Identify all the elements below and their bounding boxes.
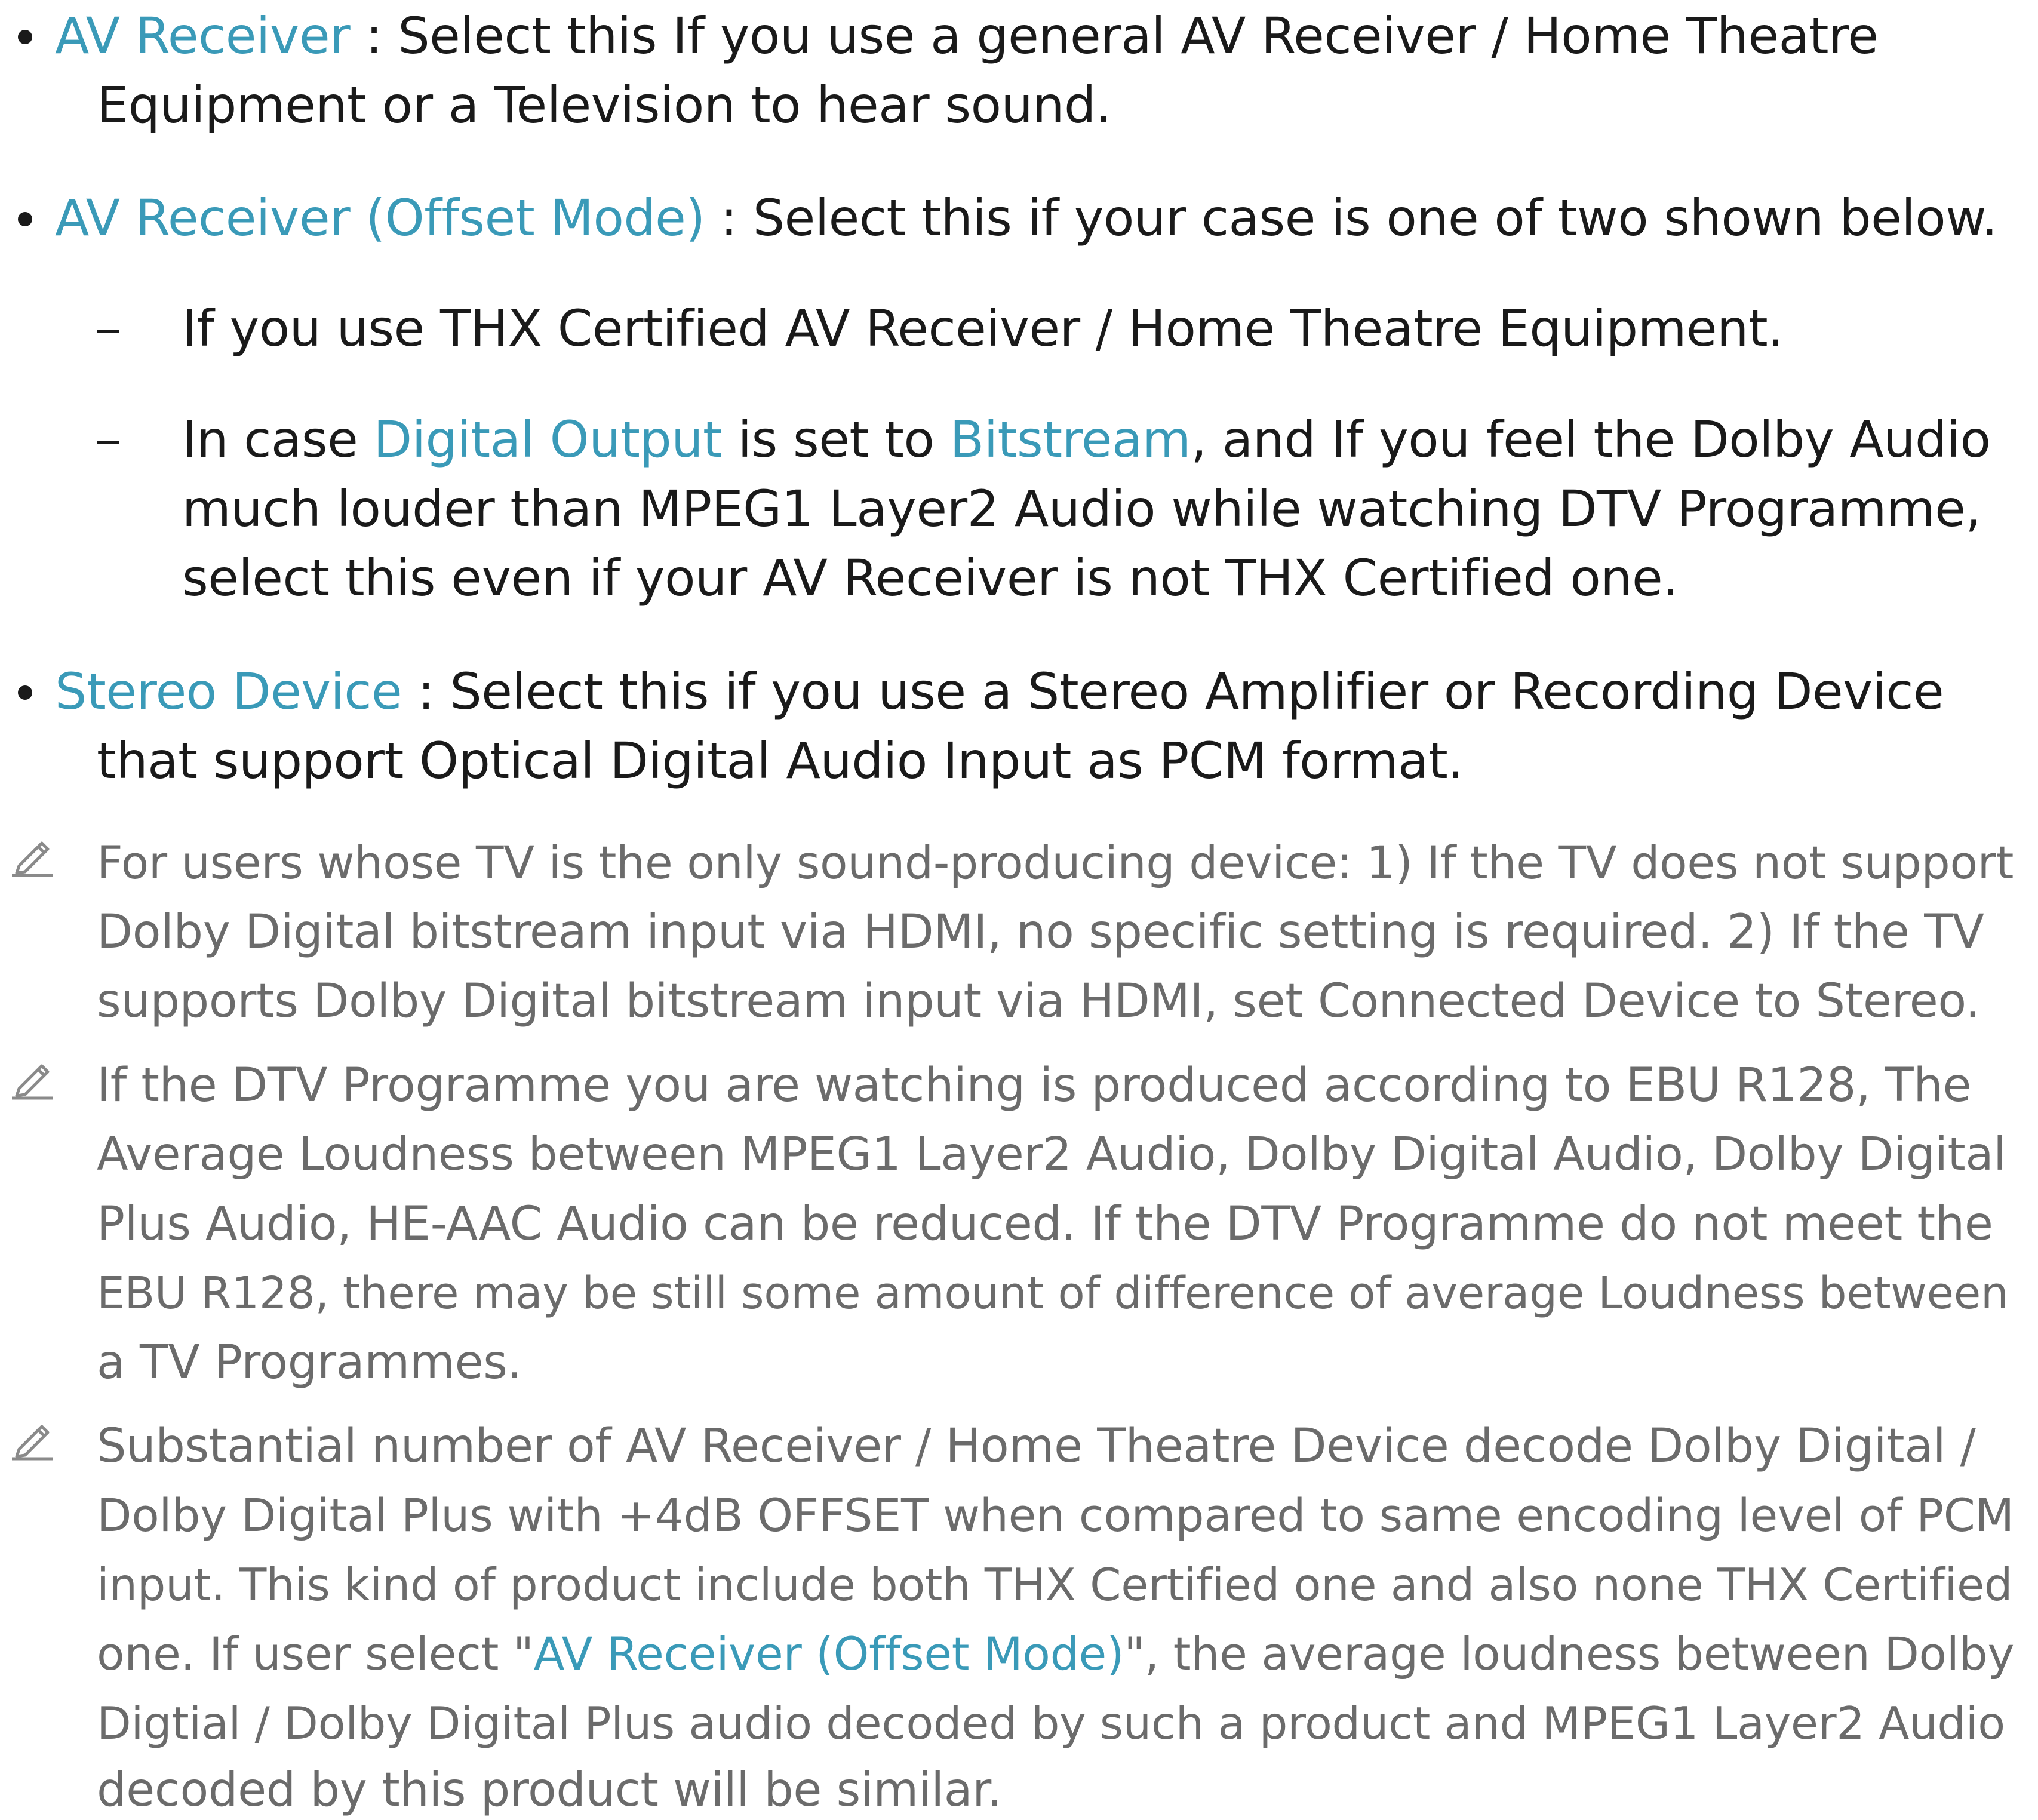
pencil-icon bbox=[12, 1425, 53, 1461]
text-fragment: , and If you feel the Dolby Audio bbox=[1191, 410, 1991, 469]
term-stereo-device: Stereo Device bbox=[55, 662, 402, 721]
manual-page: AV Receiver : Select this If you use a g… bbox=[0, 0, 2038, 1817]
bullet-dot bbox=[18, 212, 32, 226]
pencil-icon bbox=[12, 841, 53, 877]
note-line: Dolby Digital bitstream input via HDMI, … bbox=[97, 905, 1984, 959]
separator: : bbox=[350, 7, 398, 65]
note-line: Plus Audio, HE-AAC Audio can be reduced.… bbox=[97, 1197, 1993, 1251]
sub-item-line: In case Digital Output is set to Bitstre… bbox=[182, 410, 1991, 469]
text-fragment: ", the average loudness between Dolby bbox=[1124, 1627, 2015, 1680]
note-line: Dolby Digital Plus with +4dB OFFSET when… bbox=[97, 1489, 2014, 1542]
sub-item-line: select this even if your AV Receiver is … bbox=[182, 549, 1679, 607]
note-line: one. If user select "AV Receiver (Offset… bbox=[97, 1624, 2014, 1684]
note-line: a TV Programmes. bbox=[97, 1336, 522, 1389]
term-av-receiver: AV Receiver bbox=[55, 7, 351, 65]
text-fragment: is set to bbox=[722, 410, 950, 469]
separator: : bbox=[705, 189, 753, 247]
term-digital-output: Digital Output bbox=[373, 410, 723, 469]
description: Select this if your case is one of two s… bbox=[752, 189, 1997, 247]
note-line: Substantial number of AV Receiver / Home… bbox=[97, 1419, 1976, 1473]
bullet-line: AV Receiver : Select this If you use a g… bbox=[55, 6, 1879, 66]
bullet-line: AV Receiver (Offset Mode) : Select this … bbox=[55, 188, 1997, 248]
text-fragment: In case bbox=[182, 410, 374, 469]
bullet-line-continued: that support Optical Digital Audio Input… bbox=[97, 731, 1464, 790]
term-av-receiver-offset-mode: AV Receiver (Offset Mode) bbox=[533, 1627, 1124, 1680]
note-line: For users whose TV is the only sound-pro… bbox=[97, 836, 2014, 889]
text-fragment: one. If user select " bbox=[97, 1627, 534, 1680]
note-line: Digtial / Dolby Digital Plus audio decod… bbox=[97, 1697, 2005, 1750]
term-bitstream: Bitstream bbox=[949, 410, 1191, 469]
bullet-dot bbox=[18, 685, 32, 700]
note-line: input. This kind of product include both… bbox=[97, 1558, 2013, 1611]
note-line: decoded by this product will be similar. bbox=[97, 1763, 1002, 1817]
bullet-line: Stereo Device : Select this if you use a… bbox=[55, 662, 1944, 721]
description: Select this if you use a Stereo Amplifie… bbox=[450, 662, 1944, 721]
note-line: If the DTV Programme you are watching is… bbox=[97, 1059, 1972, 1112]
separator: : bbox=[402, 662, 450, 721]
note-line: supports Dolby Digital bitstream input v… bbox=[97, 974, 1980, 1028]
note-line: Average Loudness between MPEG1 Layer2 Au… bbox=[97, 1128, 2006, 1181]
pencil-icon bbox=[12, 1064, 53, 1100]
description: Select this If you use a general AV Rece… bbox=[398, 7, 1879, 65]
note-line: EBU R128, there may be still some amount… bbox=[97, 1268, 2009, 1319]
sub-item-line: much louder than MPEG1 Layer2 Audio whil… bbox=[182, 479, 1981, 538]
dash bbox=[97, 441, 119, 444]
sub-item-text: If you use THX Certified AV Receiver / H… bbox=[182, 299, 1784, 358]
bullet-dot bbox=[18, 30, 32, 44]
dash bbox=[97, 330, 119, 333]
bullet-line-continued: Equipment or a Television to hear sound. bbox=[97, 76, 1112, 134]
term-av-receiver-offset-mode: AV Receiver (Offset Mode) bbox=[55, 189, 705, 247]
